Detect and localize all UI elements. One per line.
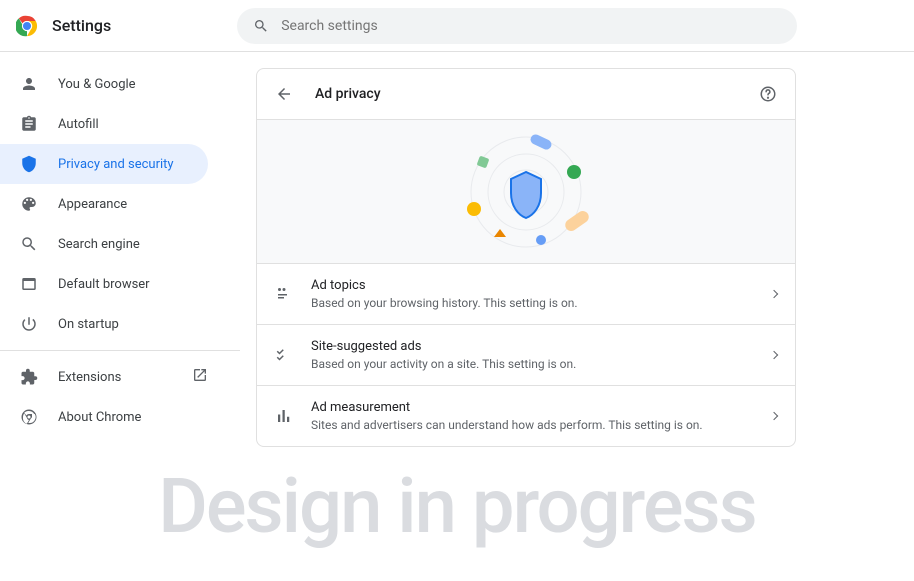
watermark-text: Design in progress: [0, 461, 914, 551]
row-desc: Sites and advertisers can understand how…: [311, 418, 753, 432]
sidebar-item-label: You & Google: [58, 77, 136, 92]
row-ad-topics[interactable]: Ad topics Based on your browsing history…: [257, 264, 795, 325]
sidebar-item-label: Search engine: [58, 237, 140, 252]
settings-card: Ad privacy: [256, 68, 796, 447]
app-header: Settings: [0, 0, 914, 52]
card-header: Ad privacy: [257, 69, 795, 119]
sidebar-item-on-startup[interactable]: On startup: [0, 304, 208, 344]
search-icon: [20, 235, 38, 253]
chevron-right-icon: [770, 351, 778, 359]
sidebar-item-extensions[interactable]: Extensions: [0, 357, 208, 397]
power-icon: [20, 315, 38, 333]
sidebar-item-default-browser[interactable]: Default browser: [0, 264, 208, 304]
clipboard-icon: [20, 115, 38, 133]
sidebar-item-label: On startup: [58, 317, 119, 332]
sidebar: You & Google Autofill Privacy and securi…: [0, 52, 240, 447]
chrome-outline-icon: [20, 408, 38, 426]
sidebar-item-label: Autofill: [58, 117, 99, 132]
browser-icon: [20, 275, 38, 293]
sidebar-item-label: Appearance: [58, 197, 127, 212]
sidebar-item-autofill[interactable]: Autofill: [0, 104, 208, 144]
search-box[interactable]: [237, 8, 797, 44]
chrome-logo-icon: [16, 15, 38, 37]
help-icon[interactable]: [759, 85, 777, 103]
row-body: Ad topics Based on your browsing history…: [311, 278, 753, 310]
open-in-new-icon: [192, 367, 208, 387]
row-title: Site-suggested ads: [311, 339, 753, 354]
extension-icon: [20, 368, 38, 386]
sidebar-item-appearance[interactable]: Appearance: [0, 184, 208, 224]
chevron-right-icon: [770, 290, 778, 298]
back-arrow-icon[interactable]: [275, 85, 293, 103]
page-title: Ad privacy: [315, 86, 737, 102]
header-title: Settings: [52, 16, 111, 35]
person-icon: [20, 75, 38, 93]
nav-divider: [0, 350, 240, 351]
row-body: Ad measurement Sites and advertisers can…: [311, 400, 753, 432]
sidebar-item-you-and-google[interactable]: You & Google: [0, 64, 208, 104]
sidebar-item-about-chrome[interactable]: About Chrome: [0, 397, 208, 437]
shield-icon: [20, 155, 38, 173]
row-desc: Based on your activity on a site. This s…: [311, 357, 753, 371]
sidebar-item-search-engine[interactable]: Search engine: [0, 224, 208, 264]
row-body: Site-suggested ads Based on your activit…: [311, 339, 753, 371]
topics-icon: [275, 285, 293, 303]
palette-icon: [20, 195, 38, 213]
search-icon: [253, 18, 269, 34]
sidebar-item-privacy-security[interactable]: Privacy and security: [0, 144, 208, 184]
row-ad-measurement[interactable]: Ad measurement Sites and advertisers can…: [257, 386, 795, 446]
sidebar-item-label: Privacy and security: [58, 157, 174, 172]
row-title: Ad topics: [311, 278, 753, 293]
search-input[interactable]: [281, 18, 781, 34]
bar-chart-icon: [275, 407, 293, 425]
row-site-suggested-ads[interactable]: Site-suggested ads Based on your activit…: [257, 325, 795, 386]
sidebar-item-label: Extensions: [58, 370, 121, 385]
privacy-illustration: [257, 119, 795, 264]
row-desc: Based on your browsing history. This set…: [311, 296, 753, 310]
chevron-right-icon: [770, 412, 778, 420]
row-title: Ad measurement: [311, 400, 753, 415]
sidebar-item-label: About Chrome: [58, 410, 141, 425]
checklist-icon: [275, 346, 293, 364]
main-content: Ad privacy: [240, 52, 914, 447]
sidebar-item-label: Default browser: [58, 277, 150, 292]
